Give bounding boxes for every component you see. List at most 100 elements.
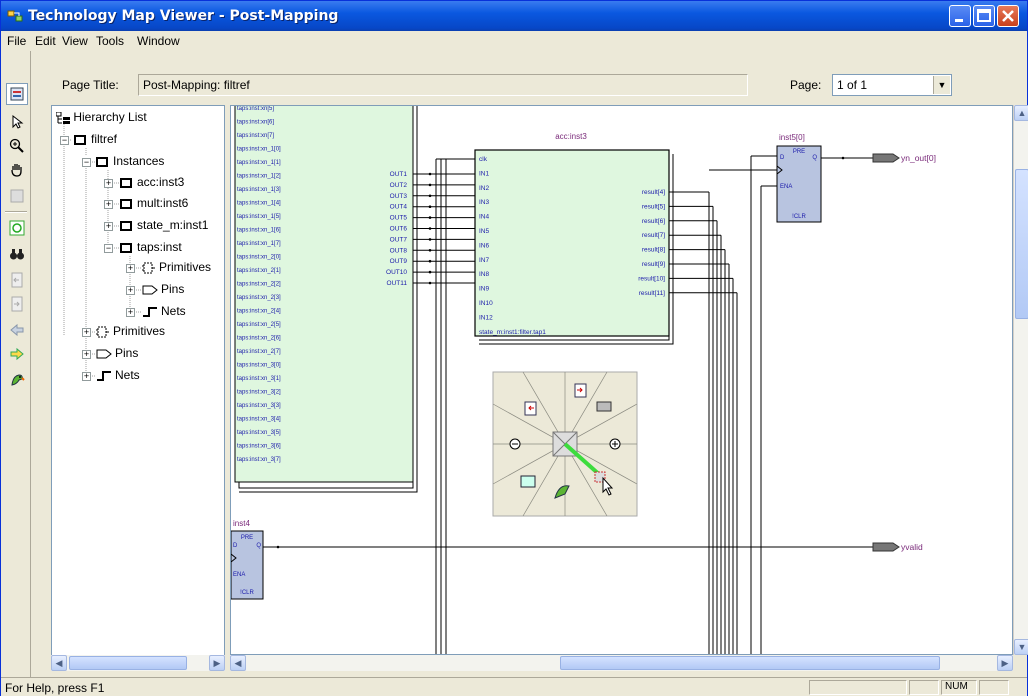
chevron-down-icon[interactable]: ▼ [933,76,950,94]
scroll-up-icon[interactable]: ▲ [1014,105,1028,121]
taps-pin-label: taps:inst:xn_1[4] [237,201,281,207]
expand-toggle[interactable]: + [82,372,91,381]
taps-pin-label: taps:inst:xn_2[7] [237,349,281,355]
acc-output-label: result[7] [642,232,665,239]
menu-edit[interactable]: Edit [35,34,56,48]
taps-pin-label: taps:inst:xn_2[2] [237,282,281,288]
zoom-tool-button[interactable] [6,135,28,157]
app-window: Technology Map Viewer - Post-Mapping Fil… [0,0,1028,696]
inst4-title: inst4 [233,519,250,528]
hierarchy-list-pane[interactable]: Hierarchy List − filtref − Instances + a… [51,105,225,671]
primitive-icon [96,326,109,338]
collapse-root-toggle[interactable]: − [60,136,69,145]
taps-output-label: OUT3 [390,193,408,200]
acc-output-label: result[4] [642,189,665,196]
maximize-icon [977,9,991,22]
taps-pin-label: taps:inst:xn[6] [237,120,274,126]
close-button[interactable] [997,5,1019,27]
back-button[interactable] [6,319,28,341]
scroll-left-icon[interactable]: ◀ [51,655,67,671]
tree-item-mult-inst6[interactable]: mult:inst6 [120,194,188,212]
tree-item-instances[interactable]: Instances [96,152,164,170]
netlist-button[interactable] [6,369,28,391]
ff-d-label: D [780,155,785,161]
expand-toggle[interactable]: + [82,328,91,337]
expand-toggle[interactable]: + [126,308,135,317]
menu-window[interactable]: Window [137,34,180,48]
expand-toggle[interactable]: + [82,350,91,359]
disabled-tool-button[interactable] [6,185,28,207]
taps-pin-label: taps:inst:xn_3[6] [237,444,281,450]
ff-clr-label: !CLR [240,590,254,596]
tree-item-acc-inst3[interactable]: acc:inst3 [120,173,184,191]
menu-file[interactable]: File [7,34,26,48]
tree-horizontal-scrollbar[interactable]: ◀ ▶ [51,655,225,671]
refresh-button[interactable] [6,217,28,239]
taps-pin-label: taps:inst:xn_1[1] [237,160,281,166]
forward-disabled-button[interactable] [6,293,28,315]
acc-output-label: result[6] [642,218,665,225]
scroll-down-icon[interactable]: ▼ [1014,639,1028,655]
pin-icon [96,349,112,359]
tree-scroll-thumb[interactable] [69,656,187,670]
back-disabled-button[interactable] [6,269,28,291]
expand-toggle[interactable]: + [126,264,135,273]
ff-ena-label: ENA [233,572,245,578]
scroll-right-icon[interactable]: ▶ [997,655,1013,671]
minimize-button[interactable] [949,5,971,27]
canvas-horizontal-scrollbar[interactable]: ◀ ▶ [230,655,1013,671]
hierarchy-header: Hierarchy List [55,108,147,126]
output-yn-label: yn_out[0] [901,153,936,163]
maximize-button[interactable] [973,5,995,27]
collapse-instances-toggle[interactable]: − [82,158,91,167]
hand-tool-button[interactable] [6,159,28,181]
taps-output-label: OUT5 [390,215,408,222]
taps-pin-label: taps:inst:xn_3[7] [237,457,281,463]
instance-icon [74,134,86,145]
tree-item-state-m-inst1[interactable]: state_m:inst1 [120,216,208,234]
acc-output-label: result[5] [642,203,665,210]
acc-input-label: IN9 [479,286,490,293]
title-bar[interactable]: Technology Map Viewer - Post-Mapping [1,1,1027,31]
expand-toggle[interactable]: + [104,179,113,188]
tree-item-taps-inst[interactable]: taps:inst [120,238,182,256]
scroll-left-icon[interactable]: ◀ [230,655,246,671]
page-back-icon [11,272,23,288]
taps-pin-label: taps:inst:xn_3[2] [237,390,281,396]
schematic-drawing[interactable]: taps:inst:xn[5] taps:inst:xn[6] taps:inst:… [231,106,1013,655]
fit-window-icon [520,475,536,488]
hand-icon [11,164,22,177]
expand-toggle[interactable]: + [104,222,113,231]
tree-item-taps-pins[interactable]: Pins [142,280,184,298]
acc-input-label: IN5 [479,228,490,235]
tree-item-nets[interactable]: Nets [96,366,140,384]
tree-lines [63,122,142,377]
canvas-hscroll-thumb[interactable] [560,656,940,670]
expand-toggle[interactable]: + [126,286,135,295]
schematic-canvas[interactable]: taps:inst:xn[5] taps:inst:xn[6] taps:inst:… [230,105,1013,655]
select-tool-button[interactable] [6,111,28,133]
page-select[interactable]: 1 of 1 ▼ [832,74,952,96]
tree-item-primitives[interactable]: Primitives [96,322,165,340]
find-button[interactable] [6,243,28,265]
status-panel [979,680,1009,695]
tree-item-pins[interactable]: Pins [96,344,138,362]
scroll-right-icon[interactable]: ▶ [209,655,225,671]
tree-item-root[interactable]: filtref [74,130,117,148]
tree-item-taps-primitives[interactable]: Primitives [142,258,211,276]
page-select-value: 1 of 1 [837,78,868,92]
tree-item-taps-nets[interactable]: Nets [142,302,186,320]
menu-view[interactable]: View [62,34,88,48]
taps-pin-label: taps:inst:xn[7] [237,133,274,139]
canvas-vertical-scrollbar[interactable]: ▲ ▼ [1013,105,1028,655]
taps-pin-label: taps:inst:xn_2[6] [237,336,281,342]
hierarchy-toggle-button[interactable] [6,83,28,105]
collapse-toggle[interactable]: − [104,244,113,253]
acc-block [474,149,670,337]
ff-d-label: D [233,543,238,549]
expand-toggle[interactable]: + [104,200,113,209]
canvas-vscroll-thumb[interactable] [1015,169,1028,319]
menu-tools[interactable]: Tools [96,34,124,48]
page-title-field: Post-Mapping: filtref [138,74,748,96]
forward-button[interactable] [6,343,28,365]
